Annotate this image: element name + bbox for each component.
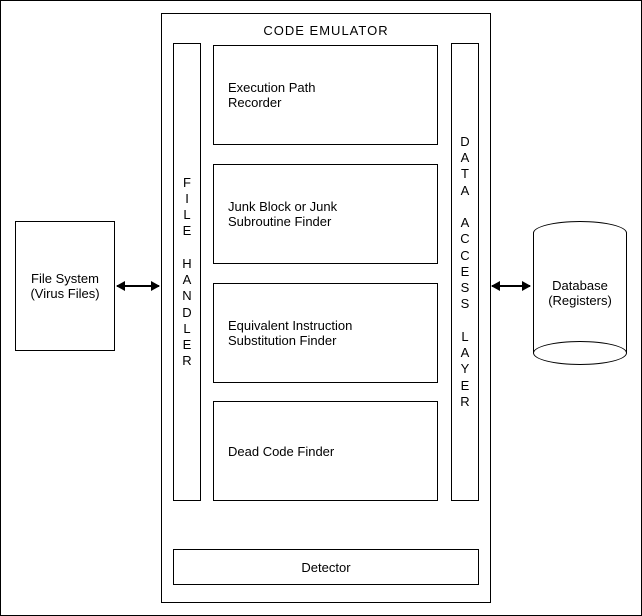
module-line: Subroutine Finder — [228, 214, 331, 229]
file-handler-column: FILE HANDLER — [173, 43, 201, 501]
vertical-char: A — [461, 183, 470, 199]
vertical-char: E — [183, 223, 192, 239]
code-emulator-title: CODE EMULATOR — [246, 23, 406, 38]
module-line: Execution Path — [228, 80, 315, 95]
vertical-char: A — [461, 215, 470, 231]
junk-block-finder-box: Junk Block or Junk Subroutine Finder — [213, 164, 438, 264]
vertical-gap — [463, 313, 467, 329]
module-line: Junk Block or Junk — [228, 199, 337, 214]
vertical-char: C — [460, 248, 469, 264]
vertical-char: A — [461, 345, 470, 361]
detector-label: Detector — [301, 560, 350, 575]
vertical-char: S — [461, 296, 470, 312]
diagram-canvas: CODE EMULATOR FILE HANDLER DATA ACCESS L… — [0, 0, 642, 616]
vertical-char: C — [460, 231, 469, 247]
vertical-char: R — [182, 353, 191, 369]
vertical-char: A — [183, 272, 192, 288]
vertical-char: H — [182, 256, 191, 272]
vertical-char: L — [461, 329, 468, 345]
vertical-char: Y — [461, 361, 470, 377]
vertical-gap — [185, 240, 189, 256]
vertical-char: L — [183, 207, 190, 223]
arrow-emulator-database — [492, 285, 530, 287]
vertical-char: D — [182, 305, 191, 321]
vertical-char: S — [461, 280, 470, 296]
vertical-char: E — [461, 378, 470, 394]
module-line: Dead Code Finder — [228, 444, 334, 459]
data-access-layer-column: DATA ACCESS LAYER — [451, 43, 479, 501]
database-line: Database — [552, 278, 608, 293]
module-line: Equivalent Instruction — [228, 318, 352, 333]
arrow-filesystem-emulator — [117, 285, 159, 287]
file-system-box: File System (Virus Files) — [15, 221, 115, 351]
database-line: (Registers) — [548, 293, 612, 308]
vertical-char: L — [183, 321, 190, 337]
vertical-char: R — [460, 394, 469, 410]
execution-path-recorder-box: Execution Path Recorder — [213, 45, 438, 145]
dead-code-finder-box: Dead Code Finder — [213, 401, 438, 501]
file-system-line: File System — [31, 271, 99, 286]
vertical-char: E — [461, 264, 470, 280]
vertical-char: E — [183, 337, 192, 353]
equivalent-instruction-box: Equivalent Instruction Substitution Find… — [213, 283, 438, 383]
detector-box: Detector — [173, 549, 479, 585]
database-cylinder: Database (Registers) — [533, 221, 627, 365]
vertical-gap — [463, 199, 467, 215]
vertical-char: A — [461, 150, 470, 166]
file-system-line: (Virus Files) — [30, 286, 99, 301]
vertical-char: F — [183, 175, 191, 191]
module-line: Substitution Finder — [228, 333, 336, 348]
vertical-char: I — [185, 191, 189, 207]
module-line: Recorder — [228, 95, 281, 110]
vertical-char: D — [460, 134, 469, 150]
vertical-char: N — [182, 288, 191, 304]
vertical-char: T — [461, 166, 469, 182]
